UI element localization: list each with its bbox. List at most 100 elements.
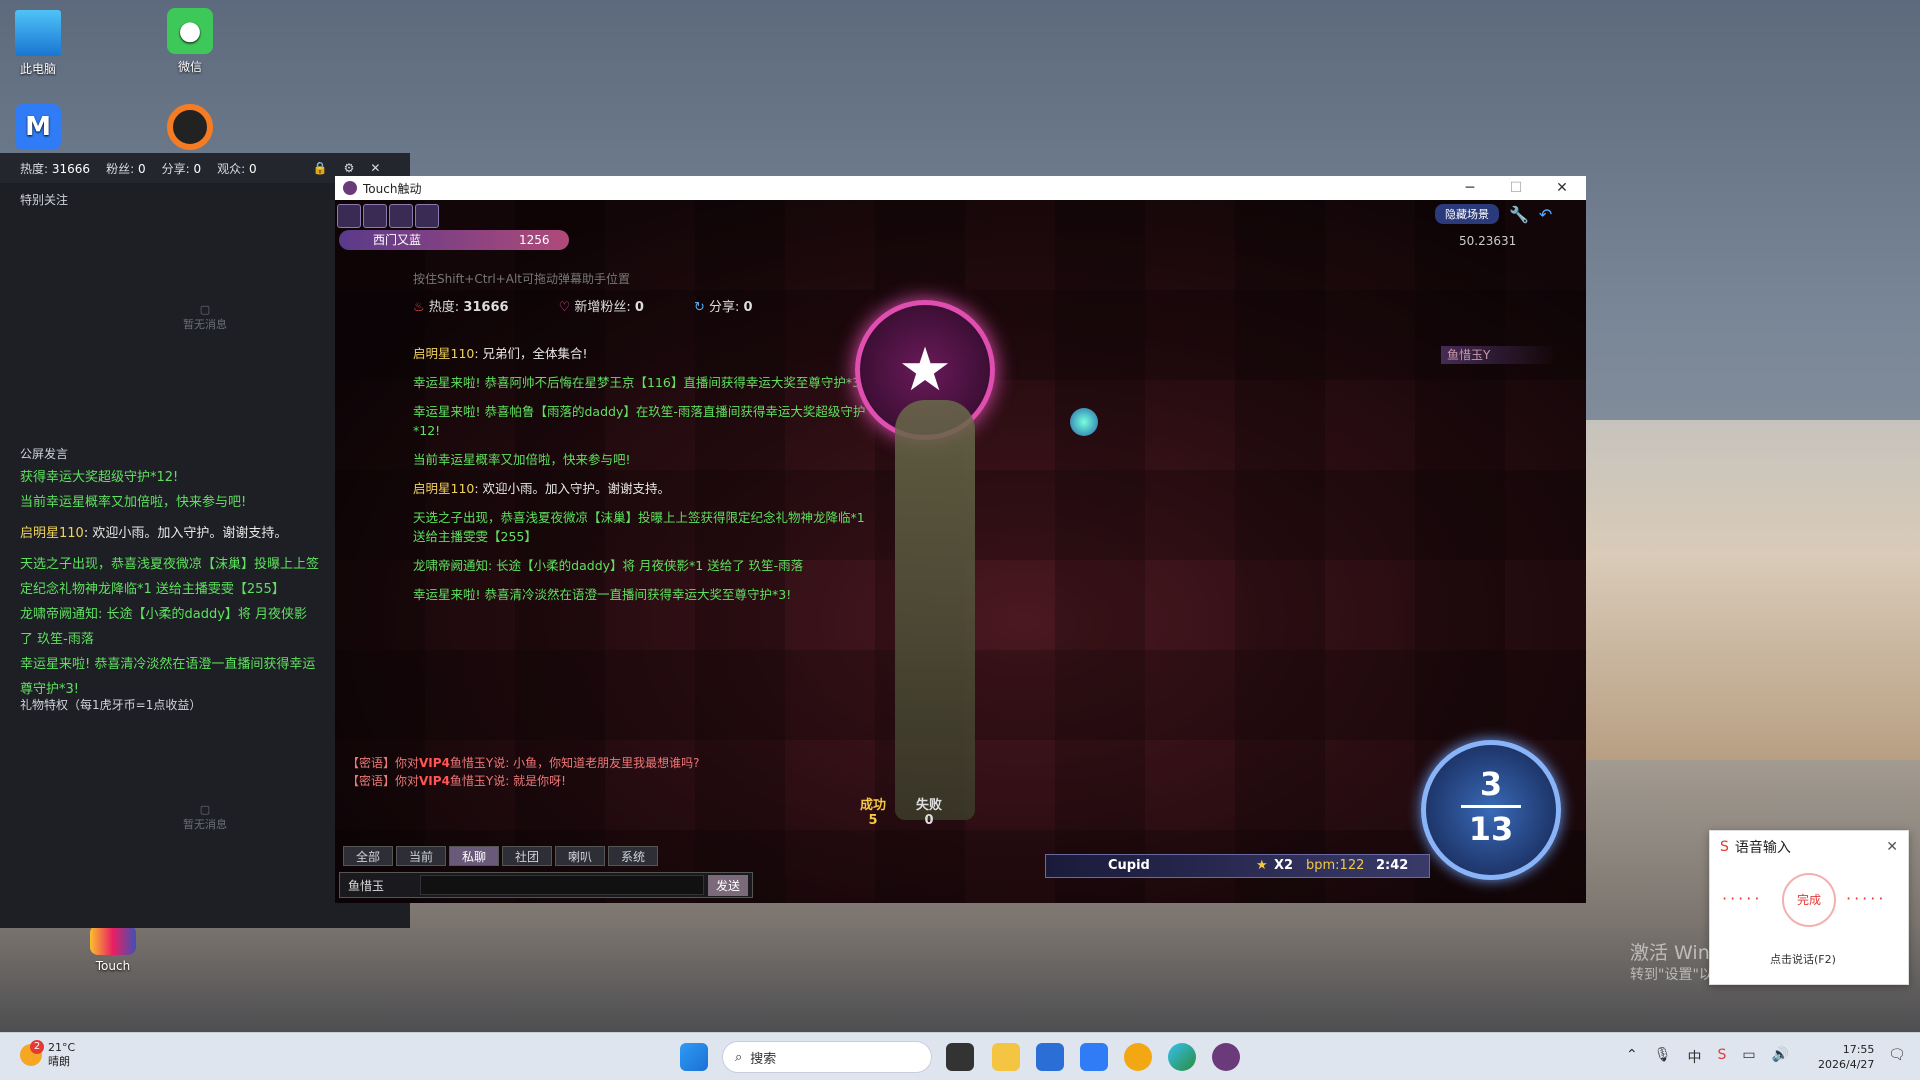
tab-private[interactable]: 私聊 [449,846,499,866]
file-explorer-icon[interactable] [992,1043,1020,1071]
chat-message: 当前幸运星概率又加倍啦，快来参与吧! [413,452,631,467]
whisper-list: 【密语】你对VIP4鱼惜玉Y说: 小鱼，你知道老朋友里我最想谁吗? 【密语】你对… [347,754,747,790]
icon-label: Touch [95,959,131,973]
drag-hint: 按住Shift+Ctrl+Alt可拖动弹幕助手位置 [413,272,630,286]
heat-label: 热度: [428,300,460,315]
search-box[interactable]: ⌕ 搜索 [722,1041,932,1073]
icon-label: 微信 [177,60,202,74]
success-label: 成功 [860,798,887,813]
chat-message: 获得幸运大奖超级守护*12! [20,470,179,485]
close-icon[interactable]: ✕ [1539,176,1585,200]
task-view-icon[interactable] [946,1043,974,1071]
chat-message: 天选之子出现，恭喜浅夏夜微凉【沫巢】投曝上上签获得限定纪念礼物神龙降临*1 送给… [413,510,865,544]
partner-nameplate: 鱼惜玉Y [1441,346,1556,364]
chat-input[interactable] [420,875,704,895]
minimize-icon[interactable]: ─ [1447,176,1493,200]
this-pc-icon[interactable]: 此电脑 [0,10,78,77]
send-button[interactable]: 发送 [707,874,748,896]
tab-club[interactable]: 社团 [502,846,552,866]
weather-temp: 21°C [48,1041,76,1054]
icon-label: 此电脑 [19,62,56,76]
chat-text: : 兄弟们，全体集合! [474,346,588,361]
touch-taskbar-icon[interactable] [1212,1043,1240,1071]
voice-done-button[interactable]: 完成 [1782,873,1836,927]
notification-icon[interactable]: 🗨 [1888,1047,1906,1063]
share-icon: ↻ [693,300,705,315]
fans-value: 0 [137,161,146,176]
window-titlebar[interactable]: Touch触动 ─ ☐ ✕ [335,176,1586,200]
clock-time: 17:55 [1842,1043,1875,1056]
close-icon[interactable]: ✕ [370,161,380,175]
system-tray: ⌃ 🎙 中 S ▭ 🔊 [1626,1047,1789,1067]
search-icon: ⌕ [735,1049,743,1065]
chat-tabs: 全部 当前 私聊 社团 喇叭 系统 [343,846,661,866]
store-icon[interactable] [1036,1043,1064,1071]
edge-icon[interactable] [1168,1043,1196,1071]
public-chat-list: 获得幸运大奖超级守护*12! 当前幸运星概率又加倍啦，快来参与吧! 启明星110… [0,465,335,702]
combo-total: 13 [1468,810,1514,848]
voice-header: S 语音输入 ✕ [1710,831,1908,863]
hud-slot-icon[interactable] [363,204,387,228]
wallpaper-beach [1560,420,1920,760]
score-multiplier: X2 [1274,858,1294,873]
game-chat-list: 启明星110: 兄弟们，全体集合! 幸运星来啦! 恭喜阿帅不后悔在星梦王京【11… [413,344,873,604]
globe-icon [1070,408,1098,436]
tab-all[interactable]: 全部 [343,846,393,866]
hide-scene-button[interactable]: 隐藏场景 [1435,204,1499,224]
chat-message: 龙啸帝阙通知: 长途【小柔的daddy】将 月夜侠影 [20,607,308,622]
sogou-icon[interactable]: S [1718,1047,1727,1067]
close-icon[interactable]: ✕ [1886,839,1898,855]
lock-icon[interactable]: 🔒 [313,161,328,175]
chat-target-select[interactable]: 鱼惜玉 [340,877,420,894]
heat-value: 31666 [463,300,509,315]
network-icon[interactable]: ▭ [1742,1047,1755,1067]
tab-horn[interactable]: 喇叭 [555,846,605,866]
heat-value: 31666 [51,161,91,176]
fire-icon: ♨ [413,300,425,315]
back-icon[interactable]: ↶ [1539,205,1552,224]
chat-message: 龙啸帝阙通知: 长途【小柔的daddy】将 月夜侠影*1 送给了 玖笙-雨落 [413,558,804,573]
voice-wave-left: ····· [1722,889,1763,908]
tab-system[interactable]: 系统 [608,846,658,866]
activation-watermark: 激活 Windows [1630,942,1759,964]
fans-label: 粉丝: [106,161,135,176]
gift-privilege-label: 礼物特权（每1虎牙币=1点收益） [20,698,202,712]
wrench-icon[interactable]: 🔧 [1509,205,1529,224]
app-m-taskbar-icon[interactable] [1080,1043,1108,1071]
weather-icon: 2 [20,1040,44,1066]
game-window: Touch触动 ─ ☐ ✕ 西门又蓝 1256 按住Shift+Ctrl+Alt… [335,176,1586,903]
touch-shortcut-icon[interactable]: Touch [73,925,153,973]
maximize-icon[interactable]: ☐ [1493,176,1539,200]
voice-title: 语音输入 [1734,840,1791,856]
coord-readout: 50.23631 [1459,234,1517,248]
chat-message: 当前幸运星概率又加倍啦，快来参与吧! [20,495,247,510]
whisper-message: 【密语】你对VIP4鱼惜玉Y说: 就是你呀! [347,772,747,790]
star-icon[interactable] [389,204,413,228]
obs-icon[interactable] [150,104,230,154]
bpm-value: bpm:122 [1306,858,1365,873]
chat-text: : 欢迎小雨。加入守护。谢谢支持。 [83,526,288,541]
player-nameplate: 西门又蓝 1256 [339,230,569,250]
heart-icon: ♡ [558,300,571,315]
player-level: 1256 [519,233,550,247]
input-method-icon[interactable]: 中 [1688,1047,1702,1067]
weather-desc: 晴朗 [48,1055,70,1068]
app-m-icon[interactable]: M [0,104,78,154]
tab-current[interactable]: 当前 [396,846,446,866]
share-label: 分享: [161,161,190,176]
chevron-up-icon[interactable]: ⌃ [1626,1047,1638,1067]
wechat-icon[interactable]: ● 微信 [150,8,230,75]
gear-icon[interactable]: ⚙ [344,161,355,175]
hud-slot-icon[interactable] [415,204,439,228]
clock[interactable]: 17:55 2026/4/27 [1818,1042,1874,1072]
hud-slot-icon[interactable] [337,204,361,228]
start-icon[interactable] [680,1043,708,1071]
app-logo-icon [343,181,357,195]
chrome-icon[interactable] [1124,1043,1152,1071]
fail-label: 失败 [916,798,943,813]
volume-icon[interactable]: 🔊 [1772,1047,1789,1067]
dancer-character [895,400,975,820]
microphone-icon[interactable]: 🎙 [1654,1047,1672,1067]
success-count: 5 [868,813,878,828]
weather-widget[interactable]: 2 21°C 晴朗 [20,1040,76,1069]
